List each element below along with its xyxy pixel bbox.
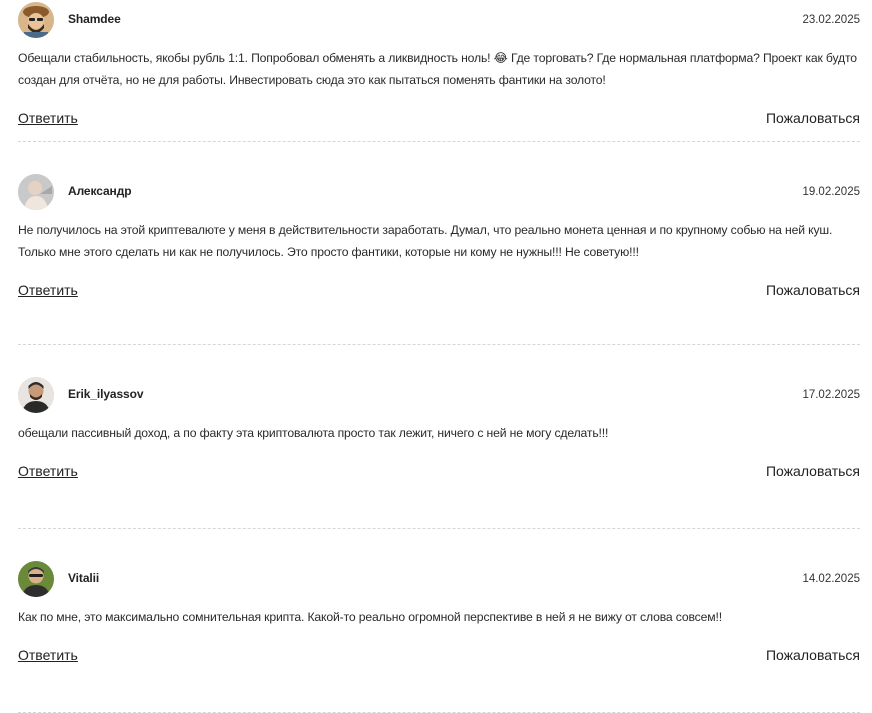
avatar[interactable]: [18, 377, 54, 413]
comment-header: Erik_ilyassov 17.02.2025: [18, 376, 860, 416]
report-link[interactable]: Пожаловаться: [766, 110, 860, 126]
report-link[interactable]: Пожаловаться: [766, 282, 860, 298]
reply-link[interactable]: Ответить: [18, 647, 78, 663]
comment-item: Erik_ilyassov 17.02.2025 обещали пассивн…: [18, 376, 860, 529]
comment-text: Обещали стабильность, якобы рубль 1:1. П…: [18, 51, 857, 87]
comment-date: 23.02.2025: [802, 14, 860, 26]
comment-text: Как по мне, это максимально сомнительная…: [18, 610, 722, 624]
comment-item: Vitalii 14.02.2025 Как по мне, это макси…: [18, 560, 860, 713]
author-name: Shamdee: [68, 12, 121, 26]
comment-date: 14.02.2025: [802, 573, 860, 585]
report-link[interactable]: Пожаловаться: [766, 463, 860, 479]
comment-header: Александр 19.02.2025: [18, 173, 860, 213]
comments-list: Shamdee 23.02.2025 Обещали стабильность,…: [18, 0, 860, 713]
comment-actions: Ответить Пожаловаться: [18, 110, 860, 134]
avatar[interactable]: [18, 2, 54, 38]
avatar[interactable]: [18, 561, 54, 597]
comment-text: Не получилось на этой криптевалюте у мен…: [18, 223, 833, 259]
author-name: Erik_ilyassov: [68, 387, 144, 401]
author-name: Vitalii: [68, 571, 100, 585]
report-link[interactable]: Пожаловаться: [766, 647, 860, 663]
reply-link[interactable]: Ответить: [18, 463, 78, 479]
comment-actions: Ответить Пожаловаться: [18, 647, 860, 671]
comment-actions: Ответить Пожаловаться: [18, 282, 860, 306]
comment-date: 19.02.2025: [802, 186, 860, 198]
author-name: Александр: [68, 184, 132, 198]
comment-actions: Ответить Пожаловаться: [18, 463, 860, 487]
comment-header: Vitalii 14.02.2025: [18, 560, 860, 600]
comment-item: Александр 19.02.2025 Не получилось на эт…: [18, 173, 860, 345]
comment-item: Shamdee 23.02.2025 Обещали стабильность,…: [18, 1, 860, 142]
comment-header: Shamdee 23.02.2025: [18, 1, 860, 41]
avatar[interactable]: [18, 174, 54, 210]
comment-date: 17.02.2025: [802, 389, 860, 401]
comment-text: обещали пассивный доход, а по факту эта …: [18, 426, 609, 440]
reply-link[interactable]: Ответить: [18, 282, 78, 298]
reply-link[interactable]: Ответить: [18, 110, 78, 126]
